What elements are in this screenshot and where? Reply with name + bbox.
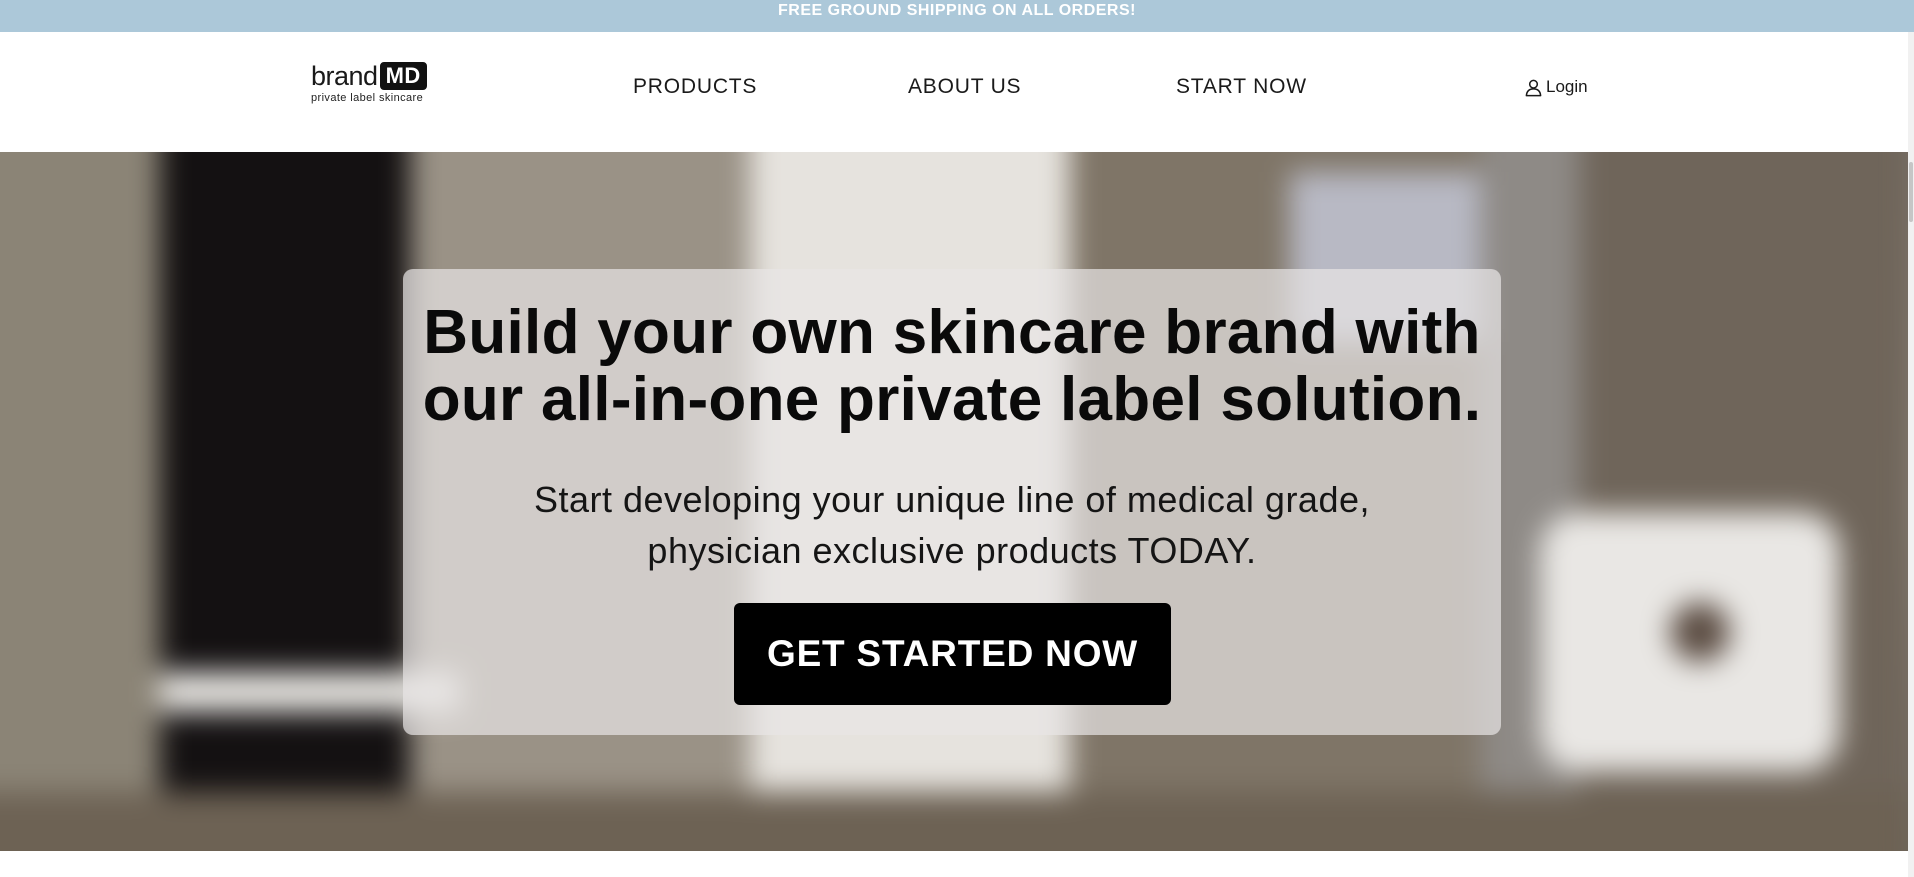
- scrollbar-thumb[interactable]: [1909, 162, 1913, 222]
- promo-banner: FREE GROUND SHIPPING ON ALL ORDERS!: [0, 0, 1914, 32]
- logo-tagline: private label skincare: [311, 92, 424, 104]
- hero-section: Build your own skincare brand with our a…: [0, 152, 1908, 851]
- hero-subtitle-line-1: Start developing your unique line of med…: [533, 479, 1370, 520]
- promo-text: FREE GROUND SHIPPING ON ALL ORDERS!: [778, 2, 1136, 19]
- get-started-button[interactable]: GET STARTED NOW: [734, 603, 1171, 705]
- hero-subtitle: Start developing your unique line of med…: [403, 474, 1501, 576]
- site-header: brand MD private label skincare PRODUCTS…: [0, 32, 1908, 152]
- login-link[interactable]: Login: [1524, 77, 1588, 97]
- nav-products[interactable]: PRODUCTS: [633, 75, 757, 99]
- logo-brand-text: brand: [311, 61, 378, 91]
- hero-title-line-1: Build your own skincare brand with: [423, 298, 1481, 367]
- hero-title: Build your own skincare brand with our a…: [403, 299, 1501, 433]
- login-label: Login: [1546, 77, 1588, 96]
- nav-start-now[interactable]: START NOW: [1176, 75, 1307, 99]
- brand-logo[interactable]: brand MD private label skincare: [311, 62, 435, 108]
- page-scrollbar[interactable]: [1908, 32, 1914, 877]
- logo-md-badge: MD: [379, 62, 427, 90]
- hero-subtitle-line-2: physician exclusive products TODAY.: [647, 530, 1257, 571]
- hero-title-line-2: our all-in-one private label solution.: [422, 365, 1482, 434]
- hero-card: Build your own skincare brand with our a…: [403, 269, 1501, 735]
- user-icon: [1525, 79, 1542, 96]
- nav-about-us[interactable]: ABOUT US: [908, 75, 1021, 99]
